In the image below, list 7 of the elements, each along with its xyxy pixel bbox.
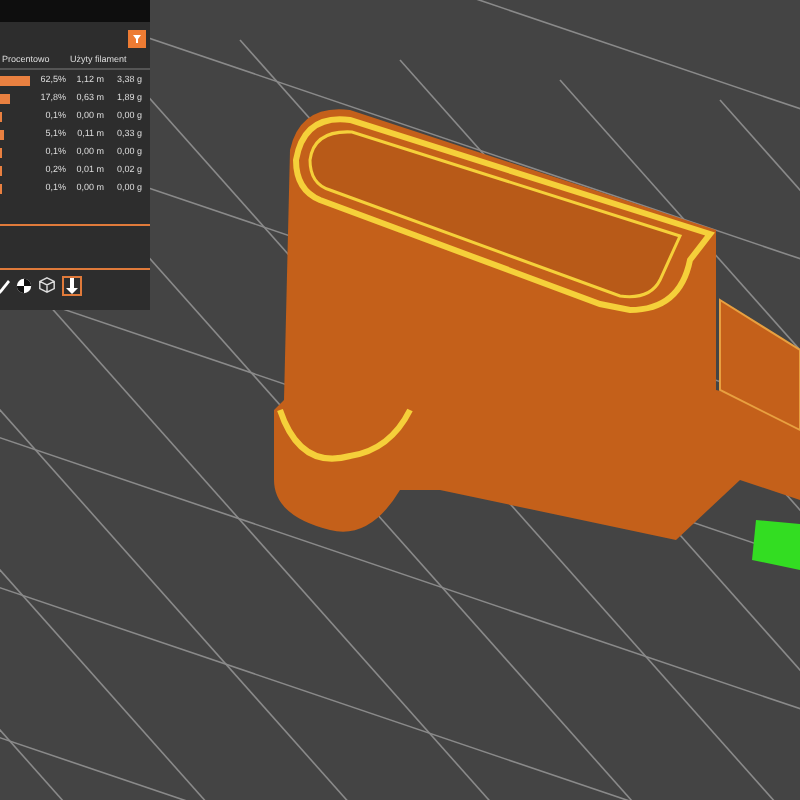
cube-icon[interactable] [38,276,56,295]
down-arrow-icon [66,277,78,294]
checker-circle-icon[interactable] [16,277,32,294]
filter-button[interactable] [128,30,146,48]
pencil-icon[interactable] [0,277,10,294]
export-button[interactable] [62,275,82,296]
funnel-icon [132,34,142,44]
